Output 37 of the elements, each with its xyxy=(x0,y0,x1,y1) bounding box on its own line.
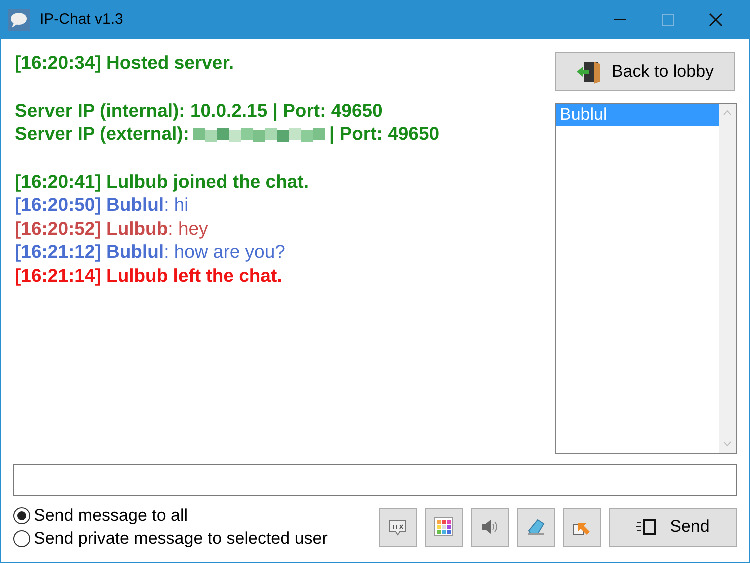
chat-message-text: [16:20:50] Bublul xyxy=(15,193,164,216)
toolbar-button[interactable] xyxy=(563,508,601,546)
chat-message-text: [16:20:52] Lulbub xyxy=(15,216,168,240)
color-grid-icon xyxy=(434,517,454,537)
close-icon xyxy=(709,13,723,27)
chat-message-text: : how are you? xyxy=(164,240,286,264)
maximize-icon xyxy=(662,14,674,26)
speaker-icon xyxy=(480,517,500,537)
scrollbar[interactable] xyxy=(719,104,736,453)
chat-message-text: : hi xyxy=(164,193,189,216)
eraser-icon xyxy=(526,517,546,537)
toolbar-button[interactable] xyxy=(425,508,463,546)
chat-message-text: [16:20:34] Hosted server. xyxy=(15,51,234,74)
chat-message-text: [16:21:14] Lulbub left the chat. xyxy=(15,264,282,287)
radio-label: Send message to all xyxy=(34,504,188,527)
radio-button[interactable] xyxy=(13,506,31,524)
chat-message-text: Server IP (internal): 10.0.2.15 | Port: 49650 xyxy=(15,98,383,122)
send-button[interactable]: Send xyxy=(609,508,737,546)
chat-message-text: | Port: 49650 xyxy=(329,122,440,146)
message-input-field[interactable] xyxy=(13,464,737,496)
scroll-up-icon xyxy=(723,110,732,116)
back-to-lobby-button[interactable]: Back to lobby xyxy=(555,52,735,91)
scroll-down-icon xyxy=(723,441,732,447)
minimize-icon xyxy=(614,19,626,21)
chat-message-text: Server IP (external): xyxy=(15,122,190,146)
toolbar-button[interactable] xyxy=(517,508,555,546)
chat-message-text: : hey xyxy=(168,216,208,240)
door-exit-icon xyxy=(576,60,602,84)
window-title: IP-Chat v1.3 xyxy=(40,10,124,30)
send-icon xyxy=(636,518,656,536)
chat-message-text: [16:20:41] Lulbub joined the chat. xyxy=(15,170,309,193)
radio-button[interactable] xyxy=(13,530,31,548)
toolbar-button[interactable] xyxy=(471,508,509,546)
toolbar-button[interactable] xyxy=(379,508,417,546)
chat-bubble-icon xyxy=(8,9,30,31)
chat-message-text: [16:21:12] Bublul xyxy=(15,240,164,264)
radio-label: Send private message to selected user xyxy=(34,528,328,550)
